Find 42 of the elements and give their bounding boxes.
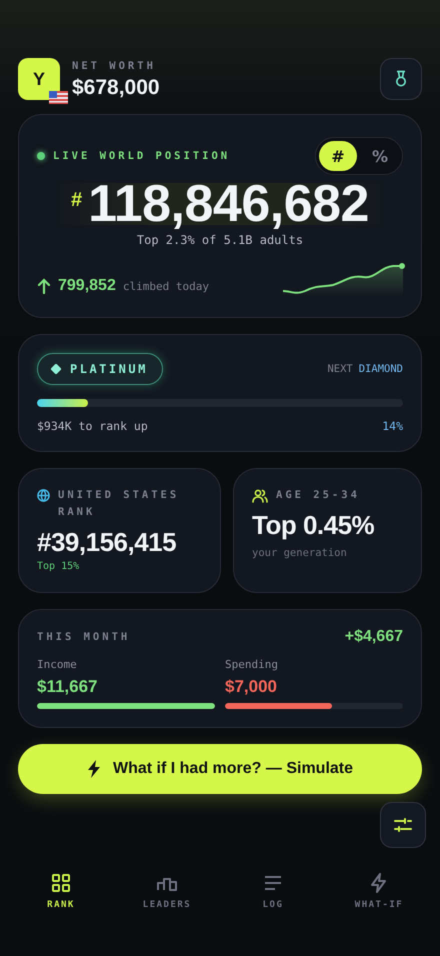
toggle-option[interactable]: % — [361, 141, 399, 171]
country-rank: #39,156,415 — [37, 527, 178, 558]
age-label: AGE 25-34 — [276, 488, 360, 503]
net-worth-label: NET WORTH — [72, 59, 157, 74]
lightning-icon — [86, 760, 101, 778]
bar-value: $7,000 — [225, 677, 278, 697]
medal-button[interactable] — [380, 58, 422, 100]
country-label: UNITED STATES RANK — [58, 488, 180, 520]
net-worth-value: $678,000 — [72, 76, 160, 100]
rank-subtitle: Top 2.3% of 5.1B adults — [136, 233, 304, 247]
tier-name: PLATINUM — [70, 362, 148, 376]
month-net: +$4,667 — [344, 628, 403, 646]
globe-icon — [37, 489, 50, 502]
bar-value: $11,667 — [37, 677, 99, 697]
live-label: LIVE WORLD POSITION — [53, 150, 230, 162]
bar-label: Spending — [225, 658, 279, 671]
climbed-value: 799,852 — [58, 277, 116, 295]
climbed-label: climbed today — [122, 280, 209, 292]
adjust-button[interactable] — [380, 802, 426, 848]
nav-tab[interactable]: LOG — [220, 868, 326, 914]
sliders-icon — [393, 818, 413, 832]
next-label: NEXT — [327, 363, 353, 375]
remaining-text: $934K to rank up — [37, 419, 148, 433]
month-label: THIS MONTH — [37, 630, 130, 644]
nav-tab[interactable]: WHAT-IF — [326, 868, 432, 914]
avatar[interactable]: Y — [18, 58, 60, 100]
simulate-button[interactable]: What if I had more? — Simulate — [18, 744, 422, 794]
diamond-icon — [50, 363, 62, 375]
progress-percent: 14% — [382, 419, 403, 433]
toggle-option[interactable]: # — [319, 141, 357, 171]
nav-tab[interactable]: LEADERS — [114, 868, 220, 914]
bar-label: Income — [37, 658, 78, 671]
nav-tab[interactable]: RANK — [8, 868, 114, 914]
age-subtitle: your generation — [252, 547, 348, 559]
age-rank: Top 0.45% — [252, 510, 376, 541]
people-icon — [252, 489, 268, 503]
grid-icon — [50, 872, 72, 894]
next-tier-label: DIAMOND — [358, 363, 403, 375]
rank-prefix: # — [71, 189, 82, 212]
arrow-up-icon — [37, 278, 51, 294]
flag-icon — [49, 91, 68, 104]
country-subtitle: Top 15% — [37, 561, 80, 572]
